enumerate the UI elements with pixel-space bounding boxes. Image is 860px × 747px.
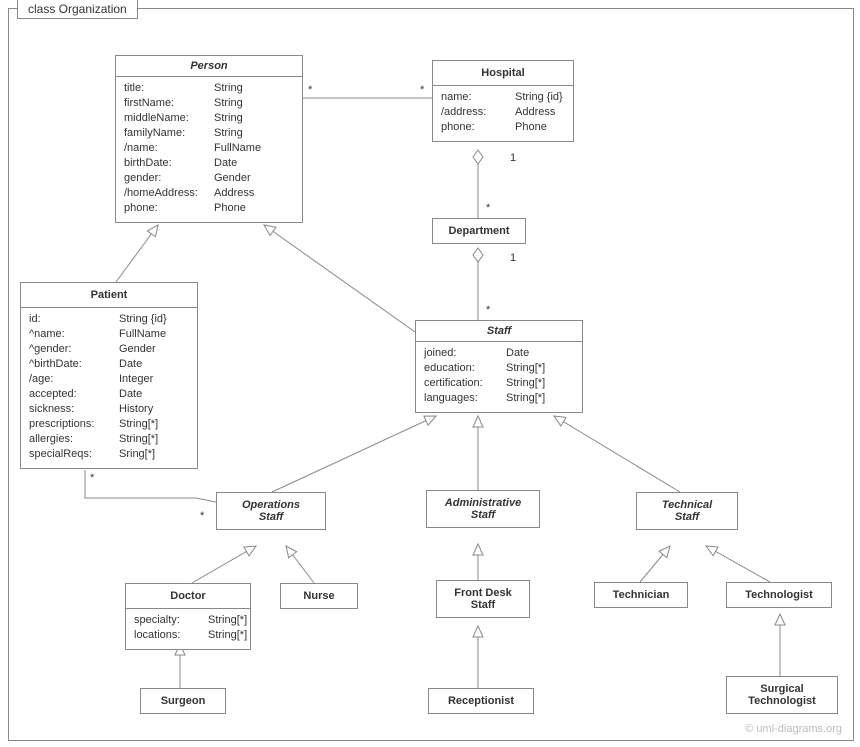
class-nurse: Nurse <box>280 583 358 609</box>
mult-patient-ops-left: * <box>90 472 94 484</box>
class-doctor-name: Doctor <box>126 584 250 609</box>
frame-title: class Organization <box>17 0 138 19</box>
class-person-attrs: title:String firstName:String middleName… <box>116 77 302 222</box>
mult-dept-staff-bottom: * <box>486 304 490 316</box>
class-operations-staff: OperationsStaff <box>216 492 326 530</box>
mult-hospital-dept-top: 1 <box>510 152 516 164</box>
class-administrative-staff: AdministrativeStaff <box>426 490 540 528</box>
mult-patient-ops-right: * <box>200 510 204 522</box>
class-technician-name: Technician <box>595 583 687 607</box>
class-operations-staff-name: OperationsStaff <box>217 493 325 529</box>
class-staff-name: Staff <box>416 321 582 342</box>
class-hospital: Hospital name:String {id} /address:Addre… <box>432 60 574 142</box>
class-front-desk-staff: Front DeskStaff <box>436 580 530 618</box>
class-patient-name: Patient <box>21 283 197 308</box>
class-technologist-name: Technologist <box>727 583 831 607</box>
class-technical-staff: TechnicalStaff <box>636 492 738 530</box>
class-front-desk-staff-name: Front DeskStaff <box>437 581 529 617</box>
mult-person-hospital-left: * <box>308 84 312 96</box>
class-surgeon-name: Surgeon <box>141 689 225 713</box>
class-staff: Staff joined:Date education:String[*] ce… <box>415 320 583 413</box>
class-nurse-name: Nurse <box>281 584 357 608</box>
class-staff-attrs: joined:Date education:String[*] certific… <box>416 342 582 412</box>
class-patient: Patient id:String {id} ^name:FullName ^g… <box>20 282 198 469</box>
class-technologist: Technologist <box>726 582 832 608</box>
class-administrative-staff-name: AdministrativeStaff <box>427 491 539 527</box>
mult-hospital-dept-bottom: * <box>486 202 490 214</box>
class-hospital-attrs: name:String {id} /address:Address phone:… <box>433 86 573 141</box>
class-patient-attrs: id:String {id} ^name:FullName ^gender:Ge… <box>21 308 197 468</box>
class-surgical-technologist-name: SurgicalTechnologist <box>727 677 837 713</box>
class-surgical-technologist: SurgicalTechnologist <box>726 676 838 714</box>
class-person: Person title:String firstName:String mid… <box>115 55 303 223</box>
class-department: Department <box>432 218 526 244</box>
class-surgeon: Surgeon <box>140 688 226 714</box>
mult-person-hospital-right: * <box>420 84 424 96</box>
class-technician: Technician <box>594 582 688 608</box>
class-doctor-attrs: specialty:String[*] locations:String[*] <box>126 609 250 649</box>
class-receptionist-name: Receptionist <box>429 689 533 713</box>
class-receptionist: Receptionist <box>428 688 534 714</box>
class-department-name: Department <box>433 219 525 243</box>
class-hospital-name: Hospital <box>433 61 573 86</box>
class-doctor: Doctor specialty:String[*] locations:Str… <box>125 583 251 650</box>
mult-dept-staff-top: 1 <box>510 252 516 264</box>
class-person-name: Person <box>116 56 302 77</box>
watermark: © uml-diagrams.org <box>745 723 842 735</box>
class-technical-staff-name: TechnicalStaff <box>637 493 737 529</box>
